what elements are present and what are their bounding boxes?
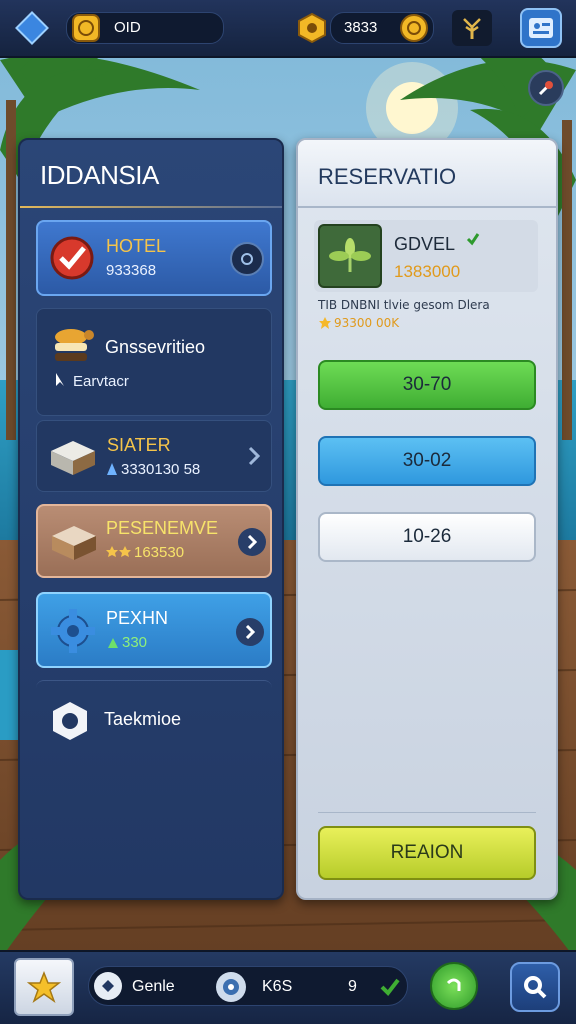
- list-item-pexhn[interactable]: PEXHN 330: [36, 592, 272, 668]
- location-panel: IDDANSIA HOTEL 933368 Gnssevritieo Earvt…: [18, 138, 284, 900]
- selected-item-card[interactable]: GDVEL 1383000: [314, 220, 538, 292]
- item-name: PEXHN: [106, 608, 169, 628]
- book-box-icon: [47, 433, 99, 479]
- pointer-icon: [51, 371, 69, 389]
- crate-icon: [48, 518, 100, 564]
- plant-icon: [318, 224, 382, 288]
- bottom-count: 9: [348, 978, 357, 995]
- star-icon: [318, 316, 332, 330]
- item-name: SIATER: [107, 435, 171, 455]
- panel-divider: [318, 812, 536, 813]
- gold-coin-icon[interactable]: [398, 12, 430, 44]
- item-name: Taekmioe: [104, 709, 182, 729]
- option-button-white[interactable]: 10-26: [318, 512, 536, 562]
- item-value: 933368: [106, 262, 157, 279]
- leaf-icon: [106, 636, 120, 650]
- reservation-panel: RESERVATIO GDVEL 1383000 TIB DNBNI tlvie…: [296, 138, 558, 900]
- item-name: HOTEL: [106, 236, 167, 256]
- coin-icon: [70, 12, 102, 44]
- item-name: PESENEMVE: [106, 518, 219, 538]
- confirm-button[interactable]: REAION: [318, 826, 536, 880]
- panel-title: IDDANSIA: [40, 160, 159, 190]
- bottom-label-a: Genle: [132, 978, 175, 995]
- hex-gem-icon: [296, 12, 328, 44]
- wrench-icon[interactable]: [528, 70, 564, 106]
- chevron-right-icon[interactable]: [243, 443, 265, 469]
- toggle-ring-icon[interactable]: [230, 242, 264, 276]
- search-icon[interactable]: [510, 962, 560, 1012]
- star-button-icon[interactable]: [14, 958, 74, 1016]
- option-button-blue[interactable]: 30-02: [318, 436, 536, 486]
- check-badge-icon: [48, 234, 96, 282]
- check-icon: [464, 230, 482, 248]
- list-item-taekmioe[interactable]: Taekmioe: [36, 680, 272, 760]
- selected-rating-value: 93300 00K: [334, 316, 400, 330]
- currency-value: 3833: [344, 19, 378, 36]
- selected-price: 1383000: [394, 262, 461, 281]
- selected-name: GDVEL: [394, 234, 456, 254]
- bottom-label-b: K6S: [262, 978, 293, 995]
- map-pin-icon: [94, 972, 122, 1000]
- item-name: Gnssevritieo: [105, 337, 206, 357]
- list-item-siater[interactable]: SIATER 3330130 58: [36, 420, 272, 492]
- gear-icon: [48, 606, 98, 656]
- list-item-reservation[interactable]: Gnssevritieo Earvtacr: [36, 308, 272, 416]
- panel-title: RESERVATIO: [318, 164, 457, 189]
- globe-icon: [216, 972, 246, 1002]
- bottom-bar: Genle K6S 9: [0, 950, 576, 1024]
- tree-icon[interactable]: [452, 10, 492, 46]
- chevron-right-icon[interactable]: [238, 528, 266, 556]
- stars-icon: [106, 544, 132, 560]
- panel-header: RESERVATIO: [298, 140, 556, 208]
- list-item-pesenemve[interactable]: PESENEMVE 163530: [36, 504, 272, 578]
- item-value: 330: [122, 634, 148, 651]
- check-mark-icon: [376, 974, 404, 1000]
- item-value: 3330130 58: [121, 461, 201, 478]
- chevron-right-icon[interactable]: [236, 618, 264, 646]
- hexagon-icon: [48, 699, 92, 743]
- item-value: Earvtacr: [73, 373, 129, 390]
- title-divider: [20, 206, 282, 208]
- profile-card-icon[interactable]: [520, 8, 562, 48]
- burger-stack-icon: [51, 327, 97, 371]
- player-label: OID: [114, 19, 141, 36]
- selected-description: TIB DNBNI tlvie gesom Dlera: [318, 298, 490, 312]
- menu-diamond-icon[interactable]: [12, 8, 52, 48]
- option-button-green[interactable]: 30-70: [318, 360, 536, 410]
- person-icon: [105, 461, 119, 477]
- green-go-icon[interactable]: [430, 962, 478, 1010]
- top-bar: OID 3833: [0, 0, 576, 58]
- list-item-hotel[interactable]: HOTEL 933368: [36, 220, 272, 296]
- item-value: 163530: [134, 544, 185, 561]
